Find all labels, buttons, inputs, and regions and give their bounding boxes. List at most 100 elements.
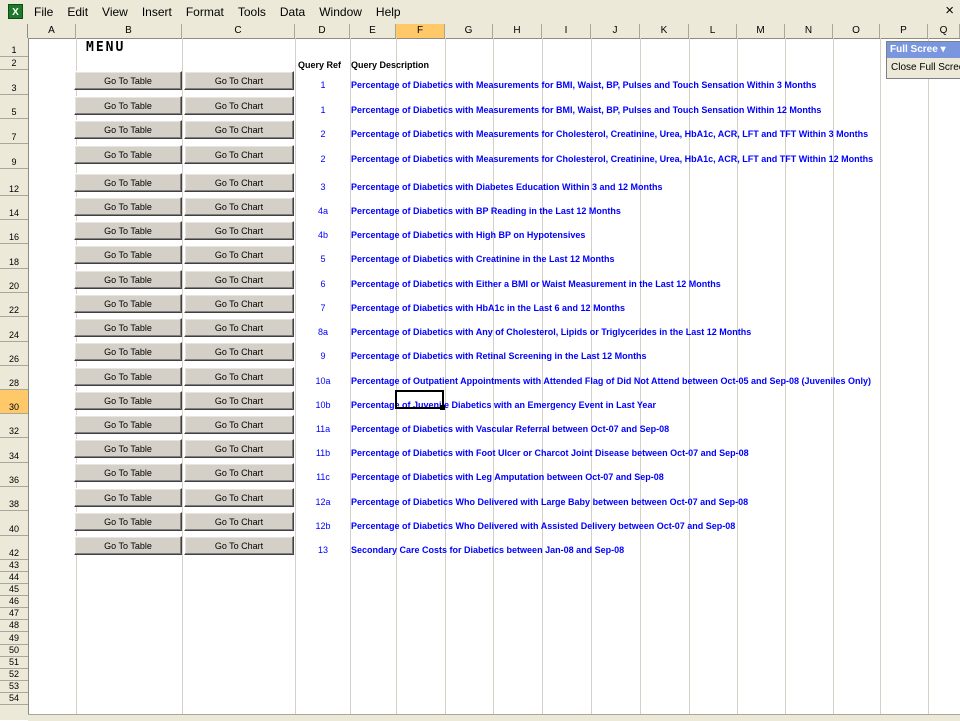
menu-insert[interactable]: Insert (142, 0, 179, 24)
row-header-22[interactable]: 22 (0, 293, 28, 317)
row-header-5[interactable]: 5 (0, 95, 28, 119)
go-to-table-button[interactable]: Go To Table (74, 221, 182, 240)
column-header-j[interactable]: J (591, 24, 640, 38)
go-to-table-button[interactable]: Go To Table (74, 488, 182, 507)
go-to-table-button[interactable]: Go To Table (74, 71, 182, 90)
row-header-36[interactable]: 36 (0, 463, 28, 487)
go-to-chart-button[interactable]: Go To Chart (184, 318, 294, 337)
row-header-28[interactable]: 28 (0, 366, 28, 390)
row-header-32[interactable]: 32 (0, 414, 28, 438)
row-header-30[interactable]: 30 (0, 390, 28, 414)
go-to-chart-button[interactable]: Go To Chart (184, 463, 294, 482)
query-description[interactable]: Percentage of Diabetics with Retinal Scr… (351, 351, 647, 361)
go-to-chart-button[interactable]: Go To Chart (184, 342, 294, 361)
go-to-table-button[interactable]: Go To Table (74, 318, 182, 337)
fill-handle[interactable] (440, 405, 445, 410)
go-to-chart-button[interactable]: Go To Chart (184, 512, 294, 531)
go-to-table-button[interactable]: Go To Table (74, 391, 182, 410)
go-to-chart-button[interactable]: Go To Chart (184, 245, 294, 264)
go-to-table-button[interactable]: Go To Table (74, 415, 182, 434)
query-description[interactable]: Percentage of Diabetics Who Delivered wi… (351, 497, 748, 507)
column-header-e[interactable]: E (350, 24, 396, 38)
go-to-table-button[interactable]: Go To Table (74, 512, 182, 531)
menu-data[interactable]: Data (280, 0, 312, 24)
go-to-table-button[interactable]: Go To Table (74, 245, 182, 264)
row-header-1[interactable]: 1 (0, 38, 28, 57)
go-to-table-button[interactable]: Go To Table (74, 439, 182, 458)
go-to-table-button[interactable]: Go To Table (74, 536, 182, 555)
menu-view[interactable]: View (102, 0, 135, 24)
query-description[interactable]: Percentage of Diabetics with Measurement… (351, 154, 873, 164)
go-to-chart-button[interactable]: Go To Chart (184, 536, 294, 555)
go-to-chart-button[interactable]: Go To Chart (184, 96, 294, 115)
go-to-chart-button[interactable]: Go To Chart (184, 415, 294, 434)
row-header-12[interactable]: 12 (0, 169, 28, 196)
column-header-m[interactable]: M (737, 24, 785, 38)
column-header-d[interactable]: D (295, 24, 350, 38)
close-icon[interactable]: × (945, 2, 954, 20)
query-description[interactable]: Percentage of Diabetics with High BP on … (351, 230, 585, 240)
go-to-table-button[interactable]: Go To Table (74, 145, 182, 164)
column-header-p[interactable]: P (880, 24, 928, 38)
row-header-51[interactable]: 51 (0, 657, 28, 669)
row-header-34[interactable]: 34 (0, 438, 28, 463)
selected-cell[interactable] (395, 390, 444, 409)
excel-icon[interactable]: X (8, 4, 23, 19)
query-description[interactable]: Percentage of Diabetics Who Delivered wi… (351, 521, 735, 531)
query-description[interactable]: Secondary Care Costs for Diabetics betwe… (351, 545, 624, 555)
query-description[interactable]: Percentage of Diabetics with BP Reading … (351, 206, 621, 216)
query-description[interactable]: Percentage of Diabetics with Measurement… (351, 105, 821, 115)
column-header-k[interactable]: K (640, 24, 689, 38)
go-to-chart-button[interactable]: Go To Chart (184, 367, 294, 386)
row-header-50[interactable]: 50 (0, 645, 28, 657)
row-header-3[interactable]: 3 (0, 70, 28, 95)
query-description[interactable]: Percentage of Diabetics with Either a BM… (351, 279, 721, 289)
go-to-table-button[interactable]: Go To Table (74, 342, 182, 361)
row-header-52[interactable]: 52 (0, 669, 28, 681)
go-to-table-button[interactable]: Go To Table (74, 270, 182, 289)
row-header-45[interactable]: 45 (0, 584, 28, 596)
go-to-chart-button[interactable]: Go To Chart (184, 221, 294, 240)
row-header-24[interactable]: 24 (0, 317, 28, 342)
go-to-chart-button[interactable]: Go To Chart (184, 270, 294, 289)
row-header-18[interactable]: 18 (0, 244, 28, 269)
row-header-47[interactable]: 47 (0, 608, 28, 620)
row-header-42[interactable]: 42 (0, 536, 28, 560)
go-to-table-button[interactable]: Go To Table (74, 120, 182, 139)
row-header-20[interactable]: 20 (0, 269, 28, 293)
query-description[interactable]: Percentage of Diabetics with Foot Ulcer … (351, 448, 749, 458)
go-to-chart-button[interactable]: Go To Chart (184, 145, 294, 164)
row-header-53[interactable]: 53 (0, 681, 28, 693)
full-screen-toolbar-title[interactable]: Full Scree ▾ (887, 42, 960, 58)
row-header-49[interactable]: 49 (0, 632, 28, 645)
close-full-screen-button[interactable]: Close Full Scree (891, 62, 960, 73)
row-header-46[interactable]: 46 (0, 596, 28, 608)
query-description[interactable]: Percentage of Diabetics with Leg Amputat… (351, 472, 664, 482)
column-header-f[interactable]: F (396, 24, 445, 38)
column-header-n[interactable]: N (785, 24, 833, 38)
query-description[interactable]: Percentage of Outpatient Appointments wi… (351, 376, 871, 386)
query-description[interactable]: Percentage of Diabetics with Any of Chol… (351, 327, 751, 337)
row-header-2[interactable]: 2 (0, 57, 28, 70)
menu-edit[interactable]: Edit (67, 0, 95, 24)
menu-help[interactable]: Help (376, 0, 408, 24)
row-header-7[interactable]: 7 (0, 119, 28, 144)
column-header-h[interactable]: H (493, 24, 542, 38)
column-header-g[interactable]: G (445, 24, 493, 38)
row-header-54[interactable]: 54 (0, 693, 28, 705)
select-all-corner[interactable] (0, 24, 28, 38)
column-header-c[interactable]: C (182, 24, 295, 38)
row-header-16[interactable]: 16 (0, 220, 28, 244)
go-to-chart-button[interactable]: Go To Chart (184, 488, 294, 507)
go-to-table-button[interactable]: Go To Table (74, 294, 182, 313)
row-header-9[interactable]: 9 (0, 144, 28, 169)
query-description[interactable]: Percentage of Diabetics with Creatinine … (351, 254, 615, 264)
row-header-26[interactable]: 26 (0, 342, 28, 366)
query-description[interactable]: Percentage of Diabetics with HbA1c in th… (351, 303, 625, 313)
row-header-40[interactable]: 40 (0, 511, 28, 536)
go-to-chart-button[interactable]: Go To Chart (184, 173, 294, 192)
row-header-44[interactable]: 44 (0, 572, 28, 584)
column-header-i[interactable]: I (542, 24, 591, 38)
query-description[interactable]: Percentage of Diabetics with Vascular Re… (351, 424, 669, 434)
column-header-b[interactable]: B (76, 24, 182, 38)
